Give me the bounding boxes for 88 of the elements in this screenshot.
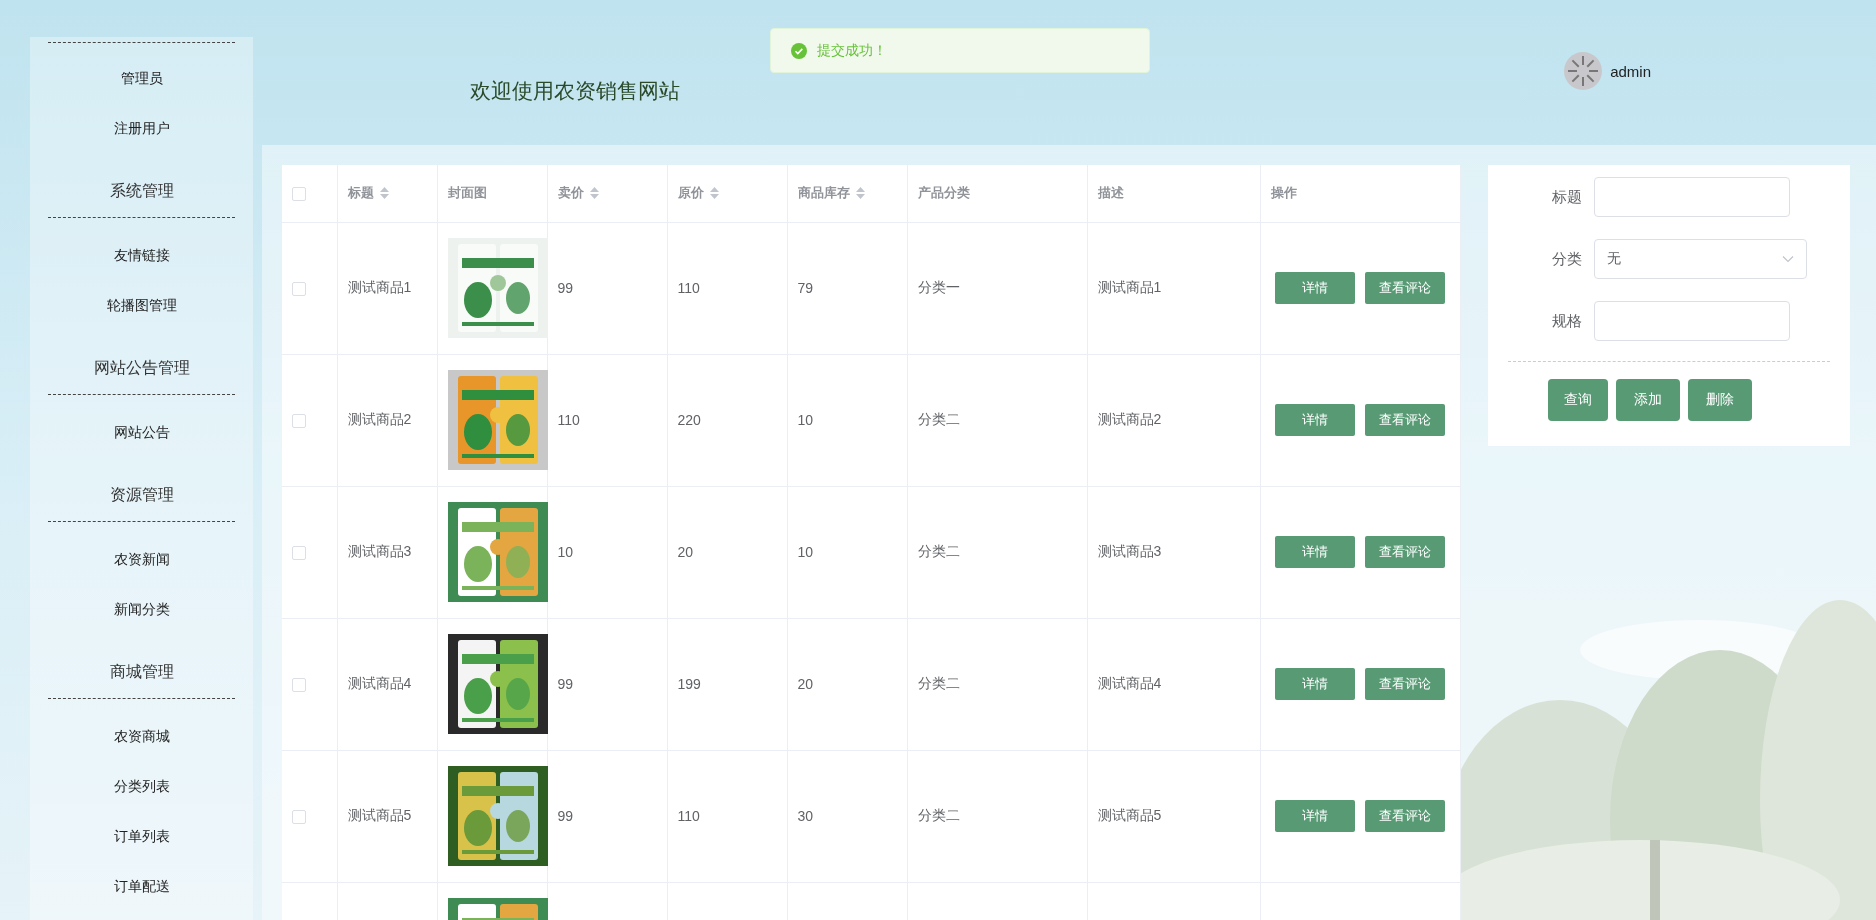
table-cell: 10	[557, 544, 574, 560]
column-header: 操作	[1270, 184, 1297, 203]
table-cell: 测试商品2	[347, 411, 412, 427]
table-cell: 测试商品5	[1097, 807, 1162, 823]
sidebar-group-title: 系统管理	[48, 153, 235, 218]
sidebar-group-title: 商城管理	[48, 634, 235, 699]
welcome-title: 欢迎使用农资销售网站	[470, 78, 680, 104]
column-header[interactable]: 标题	[347, 184, 374, 203]
sidebar-item[interactable]: 新闻分类	[30, 584, 253, 634]
checkbox[interactable]	[292, 414, 306, 429]
input-field[interactable]	[1594, 301, 1790, 341]
column-header: 封面图	[447, 184, 487, 203]
sidebar-group-title: 资源管理	[48, 457, 235, 522]
check-circle-icon	[791, 42, 807, 59]
checkbox[interactable]	[292, 810, 306, 825]
column-header: 产品分类	[917, 184, 970, 203]
sidebar-item[interactable]: 订单列表	[30, 811, 253, 861]
reviews-button[interactable]: 查看评论	[1364, 668, 1445, 700]
table-cell: 20	[677, 544, 694, 560]
reviews-button[interactable]: 查看评论	[1364, 536, 1445, 568]
sort-icon[interactable]	[379, 187, 389, 200]
table-cell: 99	[557, 676, 574, 692]
sidebar-item[interactable]: 网站公告	[30, 407, 253, 457]
table-cell: 分类二	[917, 411, 960, 427]
column-header[interactable]: 原价	[677, 184, 704, 203]
sort-icon[interactable]	[589, 187, 599, 200]
sidebar-group-title: 网站公告管理	[48, 330, 235, 395]
column-header[interactable]: 卖价	[557, 184, 584, 203]
table-cell: 20	[797, 676, 814, 692]
category-select[interactable]: 无	[1594, 239, 1807, 279]
checkbox[interactable]	[292, 282, 306, 297]
table-cell: 99	[557, 280, 574, 296]
chevron-down-icon	[1782, 255, 1794, 263]
add-button[interactable]: 添加	[1616, 379, 1680, 421]
reviews-button[interactable]: 查看评论	[1364, 800, 1445, 832]
table-cell: 99	[557, 808, 574, 824]
user-name[interactable]: admin	[1610, 62, 1651, 80]
reviews-button[interactable]: 查看评论	[1364, 272, 1445, 304]
field-label: 规格	[1551, 311, 1582, 331]
table-cell: 分类二	[917, 675, 960, 691]
table-cell: 199	[677, 676, 701, 692]
delete-button[interactable]: 删除	[1688, 379, 1752, 421]
query-button[interactable]: 查询	[1548, 379, 1608, 421]
sidebar-item[interactable]: 轮播图管理	[30, 280, 253, 330]
sidebar-item[interactable]: 农资商城	[30, 711, 253, 761]
table-cell: 测试商品3	[1097, 543, 1162, 559]
toast-message: 提交成功！	[817, 41, 887, 60]
table-cell: 测试商品2	[1097, 411, 1162, 427]
avatar-icon[interactable]	[1564, 52, 1603, 90]
table-cell: 分类二	[917, 543, 960, 559]
column-header: 描述	[1097, 184, 1124, 203]
checkbox[interactable]	[292, 546, 306, 561]
sidebar-item[interactable]: 分类列表	[30, 761, 253, 811]
sidebar-item[interactable]: 订单配送	[30, 861, 253, 911]
table-cell: 测试商品3	[347, 543, 412, 559]
table-cell: 分类二	[917, 807, 960, 823]
sort-icon[interactable]	[855, 187, 865, 200]
checkbox[interactable]	[292, 187, 306, 202]
sidebar-item[interactable]: 注册用户	[30, 103, 253, 153]
input-field[interactable]	[1594, 177, 1790, 217]
reviews-button[interactable]: 查看评论	[1364, 404, 1445, 436]
table-cell: 220	[677, 412, 701, 428]
table-cell: 110	[557, 412, 580, 428]
table-cell: 测试商品4	[1097, 675, 1162, 691]
table-cell: 110	[677, 280, 700, 296]
details-button[interactable]: 详情	[1274, 800, 1355, 832]
table-cell: 测试商品4	[347, 675, 412, 691]
field-label: 标题	[1551, 187, 1582, 207]
table-cell: 10	[797, 412, 814, 428]
table-cell: 分类一	[917, 279, 960, 295]
field-label: 分类	[1551, 249, 1582, 269]
checkbox[interactable]	[292, 678, 306, 693]
table-cell: 测试商品1	[1097, 279, 1162, 295]
column-header[interactable]: 商品库存	[797, 184, 850, 203]
details-button[interactable]: 详情	[1274, 536, 1355, 568]
details-button[interactable]: 详情	[1274, 404, 1355, 436]
table-cell: 79	[797, 280, 814, 296]
table-cell: 110	[677, 808, 700, 824]
table-cell: 30	[797, 808, 814, 824]
table-cell: 测试商品5	[347, 807, 412, 823]
sidebar-item[interactable]: 农资新闻	[30, 534, 253, 584]
table-cell: 测试商品1	[347, 279, 412, 295]
sort-icon[interactable]	[709, 187, 719, 200]
sidebar-item[interactable]: 友情链接	[30, 230, 253, 280]
details-button[interactable]: 详情	[1274, 272, 1355, 304]
details-button[interactable]: 详情	[1274, 668, 1355, 700]
sidebar-item[interactable]: 管理员	[30, 53, 253, 103]
table-cell: 10	[797, 544, 814, 560]
